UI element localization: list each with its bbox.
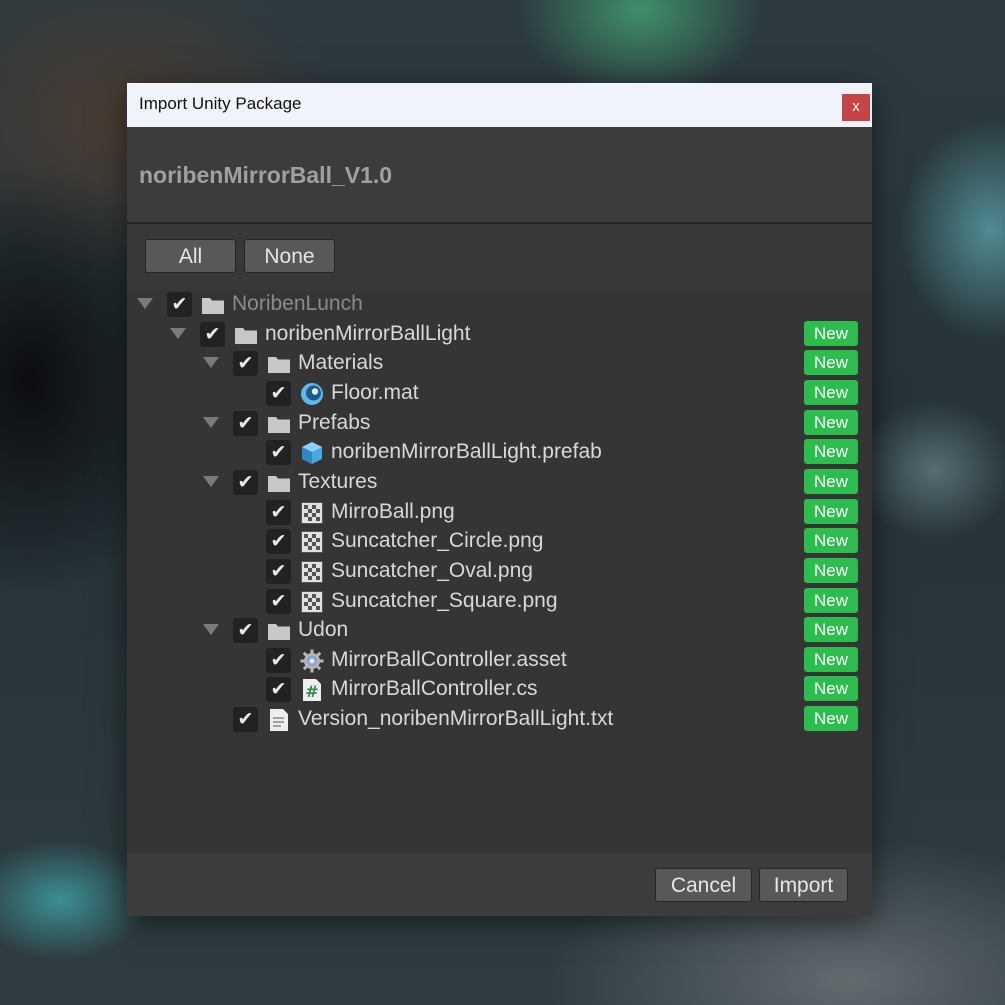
expand-toggle-icon[interactable] xyxy=(203,624,219,636)
include-checkbox[interactable]: ✔ xyxy=(266,529,291,555)
tree-row[interactable]: ✔ NoribenLunch xyxy=(127,290,872,320)
expand-toggle-icon[interactable] xyxy=(137,298,153,309)
tree-row[interactable]: ✔ Version_noribenMirrorBallLight.txt New xyxy=(127,705,872,735)
folder-icon xyxy=(234,323,258,347)
material-icon xyxy=(300,382,324,406)
package-tree: ✔ NoribenLunch ✔ noribenMirrorBallLight New ✔… xyxy=(127,290,872,853)
texture-icon xyxy=(300,501,324,525)
tree-row[interactable]: ✔ Udon New xyxy=(127,616,872,646)
dialog-footer: Cancel Import xyxy=(127,853,872,916)
tree-item-label: Version_noribenMirrorBallLight.txt xyxy=(298,707,614,731)
new-badge: New xyxy=(804,528,858,554)
tree-item-label: Prefabs xyxy=(298,410,371,434)
include-checkbox[interactable]: ✔ xyxy=(233,469,258,495)
new-badge: New xyxy=(804,498,858,524)
tree-item-label: Floor.mat xyxy=(331,380,419,404)
import-button[interactable]: Import xyxy=(759,868,848,902)
new-badge: New xyxy=(804,587,858,613)
include-checkbox[interactable]: ✔ xyxy=(167,292,192,317)
tree-item-label: noribenMirrorBallLight xyxy=(265,321,471,345)
tree-item-label: MirrorBallController.cs xyxy=(331,677,538,701)
prefab-icon xyxy=(300,441,324,465)
tree-row[interactable]: ✔ Prefabs New xyxy=(127,409,872,439)
tree-item-label: Udon xyxy=(298,618,349,642)
tree-item-label: Suncatcher_Circle.png xyxy=(331,529,544,553)
tree-row[interactable]: ✔ Materials New xyxy=(127,349,872,379)
include-checkbox[interactable]: ✔ xyxy=(266,440,291,466)
title-bar[interactable]: Import Unity Package x xyxy=(127,83,872,127)
new-badge: New xyxy=(804,676,858,702)
tree-row[interactable]: ✔ Floor.mat New xyxy=(127,379,872,409)
tree-row[interactable]: ✔ Textures New xyxy=(127,468,872,498)
window-title: Import Unity Package xyxy=(139,94,302,113)
package-name: noribenMirrorBall_V1.0 xyxy=(139,162,393,188)
select-none-button[interactable]: None xyxy=(244,239,335,273)
new-badge: New xyxy=(804,350,858,376)
tree-item-label: MirroBall.png xyxy=(331,499,455,523)
tree-item-label: noribenMirrorBallLight.prefab xyxy=(331,440,602,464)
include-checkbox[interactable]: ✔ xyxy=(200,321,225,347)
new-badge: New xyxy=(804,706,858,732)
tree-row[interactable]: ✔ noribenMirrorBallLight New xyxy=(127,320,872,350)
include-checkbox[interactable]: ✔ xyxy=(233,707,258,733)
tree-row[interactable]: ✔ Suncatcher_Oval.png New xyxy=(127,557,872,587)
include-checkbox[interactable]: ✔ xyxy=(266,380,291,406)
texture-icon xyxy=(300,560,324,584)
tree-item-label: NoribenLunch xyxy=(232,292,363,315)
tree-row[interactable]: ✔ MirrorBallController.asset New xyxy=(127,646,872,676)
gear-asset-icon xyxy=(300,649,324,673)
folder-icon xyxy=(201,293,225,317)
expand-toggle-icon[interactable] xyxy=(203,475,219,487)
new-badge: New xyxy=(804,320,858,346)
new-badge: New xyxy=(804,617,858,643)
new-badge: New xyxy=(804,557,858,583)
include-checkbox[interactable]: ✔ xyxy=(233,618,258,644)
tree-row[interactable]: ✔ # MirrorBallController.cs New xyxy=(127,675,872,705)
folder-icon xyxy=(267,352,291,376)
tree-row[interactable]: ✔ noribenMirrorBallLight.prefab New xyxy=(127,438,872,468)
include-checkbox[interactable]: ✔ xyxy=(266,558,291,584)
tree-item-label: MirrorBallController.asset xyxy=(331,647,567,671)
include-checkbox[interactable]: ✔ xyxy=(233,410,258,436)
tree-item-label: Suncatcher_Oval.png xyxy=(331,558,533,582)
new-badge: New xyxy=(804,379,858,405)
expand-toggle-icon[interactable] xyxy=(203,357,219,369)
svg-text:#: # xyxy=(305,682,318,701)
selection-toolbar: All None xyxy=(127,224,872,290)
folder-icon xyxy=(267,619,291,643)
texture-icon xyxy=(300,530,324,554)
package-header: noribenMirrorBall_V1.0 xyxy=(127,127,872,224)
include-checkbox[interactable]: ✔ xyxy=(233,351,258,377)
include-checkbox[interactable]: ✔ xyxy=(266,499,291,525)
tree-item-label: Suncatcher_Square.png xyxy=(331,588,558,612)
import-unity-package-dialog: Import Unity Package x noribenMirrorBall… xyxy=(127,83,872,916)
tree-row[interactable]: ✔ Suncatcher_Circle.png New xyxy=(127,527,872,557)
include-checkbox[interactable]: ✔ xyxy=(266,647,291,673)
new-badge: New xyxy=(804,439,858,465)
text-file-icon xyxy=(267,708,291,732)
select-all-button[interactable]: All xyxy=(145,239,236,273)
new-badge: New xyxy=(804,646,858,672)
texture-icon xyxy=(300,590,324,614)
new-badge: New xyxy=(804,468,858,494)
csharp-script-icon: # xyxy=(300,678,324,702)
tree-item-label: Materials xyxy=(298,351,384,375)
expand-toggle-icon[interactable] xyxy=(170,327,186,339)
include-checkbox[interactable]: ✔ xyxy=(266,677,291,703)
folder-icon xyxy=(267,412,291,436)
include-checkbox[interactable]: ✔ xyxy=(266,588,291,614)
tree-item-label: Textures xyxy=(298,469,378,493)
tree-row[interactable]: ✔ Suncatcher_Square.png New xyxy=(127,587,872,617)
tree-row[interactable]: ✔ MirroBall.png New xyxy=(127,498,872,528)
new-badge: New xyxy=(804,409,858,435)
folder-icon xyxy=(267,471,291,495)
expand-toggle-icon[interactable] xyxy=(203,416,219,428)
cancel-button[interactable]: Cancel xyxy=(655,868,752,902)
close-button[interactable]: x xyxy=(842,94,870,121)
